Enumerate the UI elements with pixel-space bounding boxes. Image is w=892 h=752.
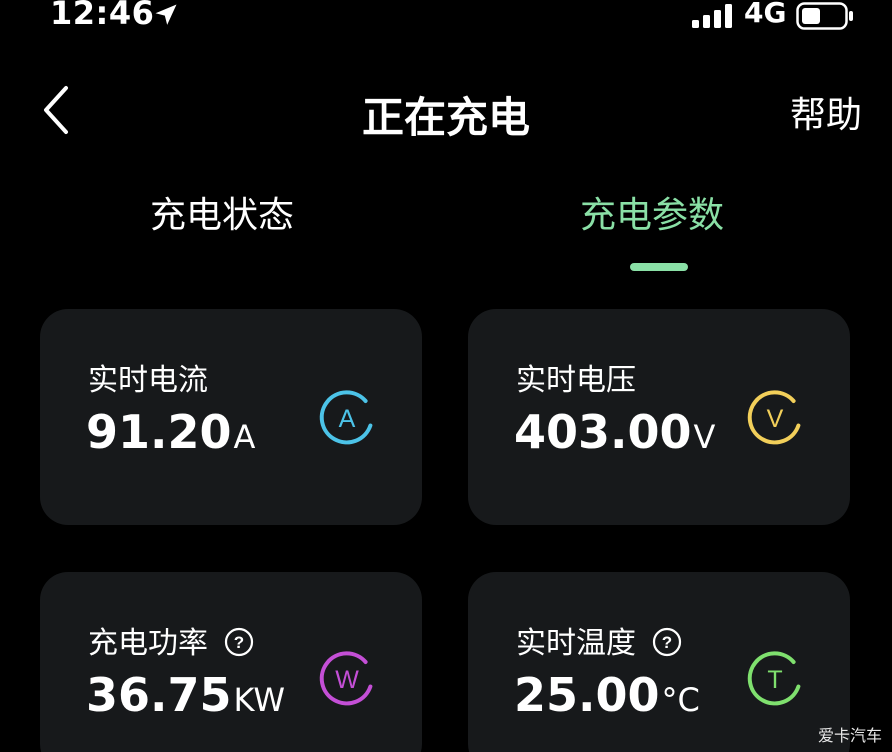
question-circle-icon[interactable]: ?: [652, 627, 682, 657]
voltage-value: 403.00V: [514, 405, 715, 459]
power-value: 36.75KW: [86, 668, 285, 722]
power-unit: KW: [233, 681, 285, 719]
power-label-row: 充电功率 ?: [88, 618, 254, 662]
tab-charging-status[interactable]: 充电状态: [150, 186, 294, 238]
help-button[interactable]: 帮助: [790, 86, 862, 138]
power-number: 36.75: [86, 668, 232, 722]
temperature-label-row: 实时温度 ?: [516, 618, 682, 662]
volt-icon: V: [747, 390, 801, 445]
status-bar: 12:46 4G: [0, 0, 892, 36]
temperature-unit: °C: [661, 681, 700, 719]
temperature-card: 实时温度 ? 25.00°C T: [468, 572, 850, 752]
temperature-label: 实时温度: [516, 626, 636, 661]
signal-bars-icon: [692, 4, 732, 28]
charging-screen: 12:46 4G 正在充电 帮助 充电状态 充电参数 实时电流 91.20A A…: [0, 0, 892, 752]
watt-icon: W: [319, 651, 373, 706]
voltage-number: 403.00: [514, 405, 692, 459]
temperature-number: 25.00: [514, 668, 660, 722]
temperature-value: 25.00°C: [514, 668, 700, 722]
current-label: 实时电流: [88, 363, 208, 398]
voltage-unit: V: [693, 418, 716, 456]
voltage-card: 实时电压 403.00V V: [468, 309, 850, 525]
location-arrow-icon: [155, 4, 177, 25]
tab-charging-params[interactable]: 充电参数: [580, 186, 724, 238]
volt-icon-letter: V: [767, 405, 784, 433]
svg-text:?: ?: [234, 633, 244, 652]
battery-icon: [796, 2, 853, 30]
current-unit: A: [233, 418, 256, 456]
temperature-icon-letter: T: [767, 666, 782, 694]
svg-text:?: ?: [662, 633, 672, 652]
ampere-icon: A: [319, 390, 373, 445]
active-tab-indicator: [630, 263, 688, 271]
current-number: 91.20: [86, 405, 232, 459]
power-card: 充电功率 ? 36.75KW W: [40, 572, 422, 752]
question-circle-icon[interactable]: ?: [224, 627, 254, 657]
current-value: 91.20A: [86, 405, 255, 459]
watt-icon-letter: W: [335, 666, 359, 694]
status-time: 12:46: [50, 0, 155, 32]
page-title: 正在充电: [361, 93, 530, 142]
network-type: 4G: [744, 0, 787, 29]
current-card: 实时电流 91.20A A: [40, 309, 422, 525]
watermark: 爱卡汽车: [817, 726, 882, 745]
power-label: 充电功率: [88, 626, 208, 661]
voltage-label: 实时电压: [516, 363, 636, 398]
temperature-icon: T: [747, 651, 801, 706]
ampere-icon-letter: A: [339, 405, 356, 433]
